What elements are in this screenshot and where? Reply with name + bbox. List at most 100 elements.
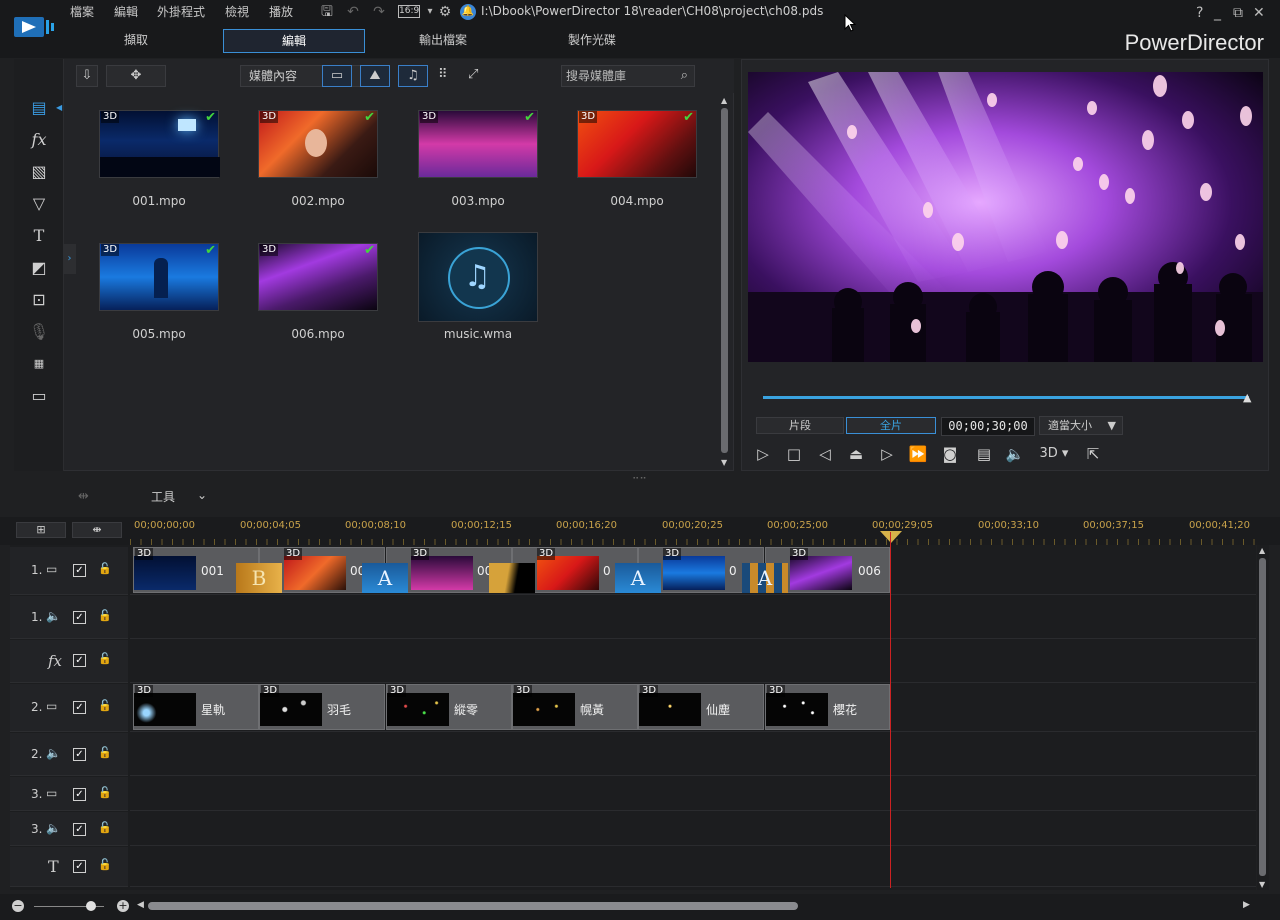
- lock-icon[interactable]: 🔓: [98, 822, 112, 834]
- transition-block[interactable]: A: [742, 563, 788, 593]
- fit-timeline-icon[interactable]: ⇼: [72, 522, 122, 538]
- track-manager-icon[interactable]: ⊞: [16, 522, 66, 538]
- expand-icon[interactable]: ⤢: [468, 67, 478, 82]
- tab-edit[interactable]: 編輯: [223, 29, 365, 53]
- play-icon[interactable]: ▷: [752, 445, 774, 463]
- timeline-clip[interactable]: 3D 星軌: [133, 684, 259, 730]
- help-button[interactable]: ?: [1196, 5, 1203, 21]
- previous-frame-icon[interactable]: ◁: [814, 445, 836, 463]
- transition-room-icon[interactable]: ◩: [26, 257, 52, 279]
- split-icon[interactable]: ⇹: [78, 489, 89, 504]
- particle-room-icon[interactable]: ▽: [26, 193, 52, 215]
- library-scrollbar-thumb[interactable]: [721, 108, 728, 453]
- track-title[interactable]: [130, 847, 1256, 887]
- resize-handle[interactable]: ⠒⠒: [632, 474, 647, 485]
- zoom-slider-knob[interactable]: [86, 901, 96, 911]
- scroll-up-icon[interactable]: ▲: [721, 96, 727, 105]
- lock-icon[interactable]: 🔓: [98, 747, 112, 759]
- media-item[interactable]: 3D ✔ 002.mpo: [258, 110, 378, 208]
- media-item[interactable]: ♫ music.wma: [418, 232, 538, 341]
- track-enable-checkbox[interactable]: ✓: [73, 748, 86, 761]
- media-room-icon[interactable]: ▤: [26, 97, 52, 119]
- track-video-3[interactable]: [130, 777, 1256, 811]
- snapshot-icon[interactable]: ◙: [939, 445, 961, 463]
- menu-playback[interactable]: 播放: [269, 3, 293, 20]
- grid-view-icon[interactable]: ⠿: [438, 67, 448, 82]
- transition-block[interactable]: A: [615, 563, 661, 593]
- tab-capture[interactable]: 擷取: [65, 29, 207, 53]
- undock-icon[interactable]: ⇱: [1082, 445, 1104, 463]
- scroll-up-icon[interactable]: ▲: [1259, 546, 1265, 555]
- track-enable-checkbox[interactable]: ✓: [73, 860, 86, 873]
- lock-icon[interactable]: 🔓: [98, 787, 112, 799]
- movie-mode-button[interactable]: 全片: [846, 417, 936, 434]
- close-button[interactable]: ✕: [1253, 5, 1265, 21]
- lock-icon[interactable]: 🔓: [98, 700, 112, 712]
- lock-icon[interactable]: 🔓: [98, 563, 112, 575]
- media-item[interactable]: 3D ✔ 005.mpo: [99, 243, 219, 341]
- zoom-in-icon[interactable]: +: [117, 900, 129, 912]
- media-filter-select[interactable]: 媒體內容 ⌄: [240, 65, 380, 87]
- track-enable-checkbox[interactable]: ✓: [73, 788, 86, 801]
- expand-panel-icon[interactable]: ›: [63, 244, 76, 274]
- zoom-out-icon[interactable]: −: [12, 900, 24, 912]
- fx-room-icon[interactable]: fx: [26, 129, 52, 151]
- chevron-down-icon[interactable]: ⌄: [197, 488, 207, 502]
- track-enable-checkbox[interactable]: ✓: [73, 564, 86, 577]
- tab-produce[interactable]: 輸出檔案: [372, 29, 514, 53]
- menu-view[interactable]: 檢視: [225, 3, 249, 20]
- track-enable-checkbox[interactable]: ✓: [73, 823, 86, 836]
- media-item[interactable]: 3D ✔ 004.mpo: [577, 110, 697, 208]
- media-item[interactable]: 3D ✔ 003.mpo: [418, 110, 538, 208]
- zoom-fit-select[interactable]: 適當大小 ▼: [1039, 416, 1123, 435]
- clip-mode-button[interactable]: 片段: [756, 417, 844, 434]
- plugin-icon[interactable]: ✥: [106, 65, 166, 87]
- lock-icon[interactable]: 🔓: [98, 859, 112, 871]
- transition-block[interactable]: B: [236, 563, 282, 593]
- timeline-vscrollbar-thumb[interactable]: [1259, 558, 1266, 876]
- scroll-left-icon[interactable]: ◀: [137, 900, 144, 910]
- subtitle-room-icon[interactable]: ▭: [26, 385, 52, 407]
- gear-icon[interactable]: ⚙: [436, 4, 454, 20]
- library-search-input[interactable]: 搜尋媒體庫 ⌕: [561, 65, 695, 87]
- timeline-clip[interactable]: 3D 櫻花: [765, 684, 890, 730]
- minimize-button[interactable]: _: [1214, 5, 1221, 21]
- chapter-room-icon[interactable]: ▦: [26, 353, 52, 375]
- title-room-icon[interactable]: T: [26, 225, 52, 247]
- 3d-mode-button[interactable]: 3D ▾: [1036, 445, 1072, 463]
- stop-icon[interactable]: □: [783, 445, 805, 463]
- filter-image-icon[interactable]: ⛰: [360, 65, 390, 87]
- timeline-ruler[interactable]: ⊞ ⇼ 00;00;00;00 00;00;04;05 00;00;08;10 …: [0, 517, 1280, 545]
- lock-icon[interactable]: 🔓: [98, 610, 112, 622]
- scroll-right-icon[interactable]: ▶: [1243, 900, 1250, 910]
- scroll-down-icon[interactable]: ▼: [1259, 880, 1265, 889]
- audio-mixing-room-icon[interactable]: ⊡: [26, 289, 52, 311]
- transition-block[interactable]: [489, 563, 535, 593]
- menu-file[interactable]: 檔案: [70, 3, 94, 20]
- split-marker-icon[interactable]: ⏏: [845, 445, 867, 463]
- playhead-line[interactable]: [890, 532, 891, 888]
- menu-edit[interactable]: 編輯: [114, 3, 138, 20]
- notification-icon[interactable]: 🔔: [460, 4, 476, 20]
- transition-block[interactable]: A: [362, 563, 408, 593]
- track-audio-2[interactable]: [130, 733, 1256, 776]
- next-frame-icon[interactable]: ▷: [876, 445, 898, 463]
- filter-video-icon[interactable]: ▭: [322, 65, 352, 87]
- track-audio-3[interactable]: [130, 812, 1256, 846]
- save-icon[interactable]: 🖫: [318, 4, 336, 20]
- voice-over-icon[interactable]: 🎙: [26, 321, 52, 343]
- timeline-clip[interactable]: 3D 羽毛: [259, 684, 385, 730]
- timeline-clip[interactable]: 3D 縱零: [386, 684, 512, 730]
- timeline-hscrollbar-thumb[interactable]: [148, 902, 798, 910]
- restore-button[interactable]: ⧉: [1233, 5, 1243, 21]
- timeline-clip[interactable]: 3D 幌黃: [512, 684, 638, 730]
- undo-icon[interactable]: ↶: [344, 4, 362, 20]
- track-enable-checkbox[interactable]: ✓: [73, 701, 86, 714]
- fast-forward-icon[interactable]: ⏩: [907, 445, 929, 463]
- tools-menu[interactable]: 工具: [151, 488, 175, 505]
- volume-icon[interactable]: 🔈: [1004, 445, 1026, 463]
- aspect-ratio-button[interactable]: 16:9: [398, 5, 420, 18]
- seekbar-knob[interactable]: ▲: [1243, 391, 1254, 404]
- import-icon[interactable]: ⇩: [76, 65, 98, 87]
- menu-plugins[interactable]: 外掛程式: [157, 3, 205, 20]
